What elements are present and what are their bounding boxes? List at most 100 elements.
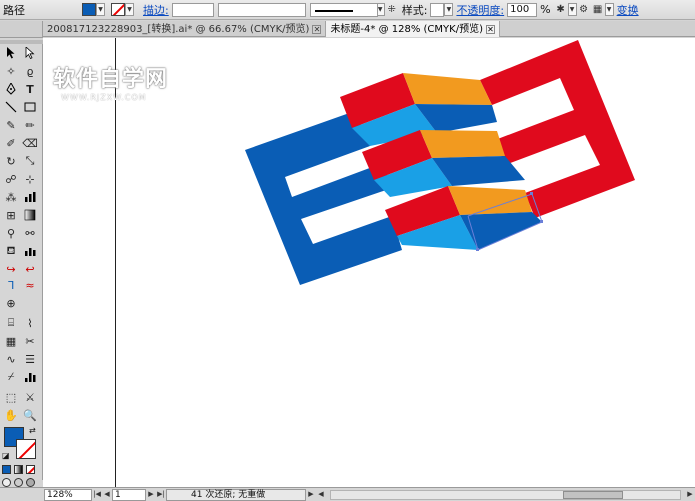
opacity-unit: % — [540, 3, 551, 16]
stroke-weight-field[interactable] — [171, 2, 214, 17]
recolor-artwork-icon[interactable]: ✱ — [554, 3, 568, 17]
scale-tool-icon[interactable]: ⤡ — [23, 154, 37, 168]
grid-graph-tool-icon[interactable]: ▦ — [4, 334, 18, 348]
column-graph-tool-icon[interactable] — [23, 190, 37, 204]
opacity-field[interactable]: 100 — [507, 2, 538, 17]
swap-fill-stroke-icon[interactable]: ⇄ — [29, 426, 36, 435]
artboard-number-field[interactable]: 1 — [112, 488, 146, 501]
mesh-tool-icon[interactable]: ⊞ — [4, 208, 18, 222]
curvature-tool-icon[interactable]: ↪ — [4, 262, 18, 276]
live-paint-selection-tool-icon[interactable] — [23, 244, 37, 258]
pencil-tool-icon[interactable]: ✏ — [23, 118, 37, 132]
stroke-swatch[interactable] — [111, 3, 125, 16]
path-tool-icon[interactable]: ∿ — [4, 352, 18, 366]
rectangle-tool-icon[interactable] — [23, 100, 37, 114]
scroll-right-icon[interactable]: ▶ — [685, 489, 695, 501]
free-transform-tool-icon[interactable]: ⊹ — [23, 172, 37, 186]
opacity-link[interactable]: 不透明度: — [453, 2, 507, 18]
none-mode-icon[interactable] — [26, 465, 35, 474]
symbol-options-icon[interactable]: ⁜ — [385, 3, 399, 17]
scissors-tool-icon[interactable]: ✂ — [23, 334, 37, 348]
control-bar: 路径 ▼ ▼ 描边: 基本 ▼ ⁜ 样式: ▼ 不透明度: 100 % ✱ ▼ … — [0, 0, 695, 20]
prev-artboard-icon[interactable]: ◀ — [102, 489, 112, 501]
align-icon[interactable]: ▦ — [591, 3, 605, 17]
symbol-sprayer-tool-icon[interactable]: ⁂ — [4, 190, 18, 204]
align-dropdown-icon[interactable]: ▼ — [604, 3, 614, 16]
width-tool-icon[interactable]: ≈ — [23, 278, 37, 292]
crop-tool-icon[interactable]: ⬚ — [4, 390, 18, 404]
horizontal-scrollbar[interactable] — [330, 489, 681, 500]
eyedropper-tool-icon[interactable]: ⚲ — [4, 226, 18, 240]
color-mode-row — [2, 465, 42, 475]
first-artboard-icon[interactable]: |◀ — [92, 489, 102, 501]
anchor-point — [540, 220, 543, 223]
hand-tool-icon[interactable]: ✋ — [4, 408, 18, 422]
warp-tool-icon[interactable]: ☍ — [4, 172, 18, 186]
blob-brush-tool-icon[interactable]: ✐ — [4, 136, 18, 150]
last-artboard-icon[interactable]: ▶| — [156, 489, 166, 501]
zoom-tool-icon[interactable]: 🔍 — [23, 408, 37, 422]
bar-graph-tool-icon[interactable] — [23, 370, 37, 384]
logo-artwork[interactable] — [43, 38, 695, 487]
shaper-tool-icon[interactable]: ↩ — [23, 262, 37, 276]
style-label: 样式: — [401, 3, 428, 17]
orange-bar-top — [403, 73, 492, 105]
magic-wand-tool-icon[interactable]: ✧ — [4, 64, 18, 78]
orange-bar-middle — [420, 130, 505, 158]
close-icon[interactable]: ✕ — [312, 24, 322, 34]
scroll-left-icon[interactable]: ◀ — [316, 489, 326, 501]
default-colors-icon[interactable]: ◪ — [2, 451, 10, 460]
settings-gear-icon[interactable]: ⚙ — [577, 3, 591, 17]
watermark: 软件自学网 WWW.RJZXW.COM — [53, 61, 168, 102]
eyedropper-2-tool-icon[interactable]: ⌿ — [4, 370, 18, 384]
zoom-field[interactable]: 128% — [44, 488, 92, 501]
rotate-tool-icon[interactable]: ↻ — [4, 154, 18, 168]
recolor-dropdown-icon[interactable]: ▼ — [567, 3, 577, 16]
brush-definition-field[interactable] — [309, 2, 378, 17]
direct-selection-tool-icon[interactable] — [23, 46, 37, 60]
status-menu-icon[interactable]: ▶ — [306, 489, 316, 501]
scrollbar-thumb[interactable] — [563, 490, 623, 499]
live-paint-bucket-tool-icon[interactable]: ⛾ — [4, 244, 18, 258]
knife-tool-icon[interactable]: ⚔ — [23, 390, 37, 404]
fill-dropdown-icon[interactable]: ▼ — [96, 3, 105, 16]
type-tool-icon[interactable]: T — [23, 82, 37, 96]
slice-tool-icon[interactable]: ⌇ — [23, 316, 37, 330]
draw-normal-icon[interactable] — [2, 478, 11, 487]
close-icon[interactable]: ✕ — [485, 24, 495, 34]
tab-document-2[interactable]: 未标题-4* @ 128% (CMYK/预览) ✕ — [326, 21, 500, 37]
eraser-tool-icon[interactable]: ⌫ — [22, 136, 38, 150]
stroke-color-swatch[interactable] — [16, 439, 36, 459]
tab-document-1[interactable]: 200817123228903_[转换].ai* @ 66.67% (CMYK/… — [43, 21, 327, 37]
stroke-dropdown-icon[interactable]: ▼ — [125, 3, 134, 16]
orange-bar-bottom — [448, 186, 532, 215]
panel-grip[interactable] — [0, 21, 43, 38]
variable-width-field[interactable] — [217, 2, 306, 17]
gradient-tool-icon[interactable] — [23, 208, 37, 222]
next-artboard-icon[interactable]: ▶ — [146, 489, 156, 501]
selection-tool-icon[interactable] — [4, 46, 18, 60]
pen-tool-icon[interactable] — [4, 82, 18, 96]
transform-link[interactable]: 变换 — [614, 2, 642, 18]
tools-panel: ✧ ϱ T ✎ ✏ ✐ ⌫ ↻ ⤡ ☍ ⊹ ⁂ ⊞ ⚲ ⚯ ⛾ ↪ ↩ ᒣ ≈ … — [0, 40, 43, 487]
paintbrush-tool-icon[interactable]: ✎ — [4, 118, 18, 132]
artboard-tool-icon[interactable]: ⌸ — [4, 316, 18, 330]
blend-tool-icon[interactable]: ⚯ — [23, 226, 37, 240]
tools-panel-header[interactable] — [0, 40, 43, 44]
lasso-tool-icon[interactable]: ϱ — [23, 64, 37, 78]
line-tool-icon[interactable] — [4, 100, 18, 114]
draw-inside-icon[interactable] — [26, 478, 35, 487]
list-tool-icon[interactable]: ☰ — [23, 352, 37, 366]
canvas-area[interactable]: 软件自学网 WWW.RJZXW.COM — [43, 38, 695, 487]
stroke-link[interactable]: 描边: — [140, 2, 172, 18]
fill-swatch[interactable] — [82, 3, 96, 16]
style-swatch[interactable] — [430, 2, 445, 17]
watermark-main: 软件自学网 — [53, 67, 169, 92]
draw-behind-icon[interactable] — [14, 478, 23, 487]
style-dropdown-icon[interactable]: ▼ — [444, 3, 454, 16]
status-text: 41 次还原; 无重做 — [166, 488, 306, 501]
color-mode-icon[interactable] — [2, 465, 11, 474]
join-tool-icon[interactable]: ᒣ — [4, 278, 18, 292]
gradient-mode-icon[interactable] — [14, 465, 23, 474]
perspective-grid-tool-icon[interactable]: ⊕ — [4, 296, 18, 310]
